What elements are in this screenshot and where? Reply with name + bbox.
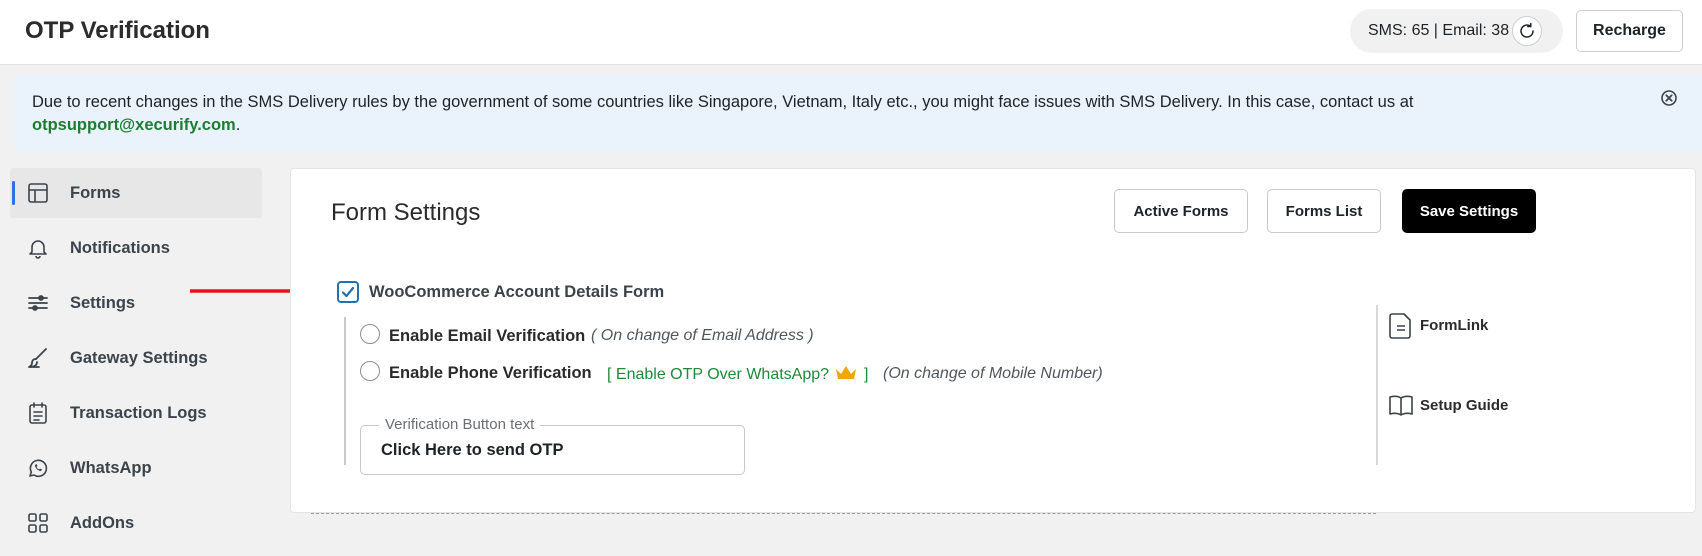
form-separator [311,513,1376,514]
formlink-label: FormLink [1420,316,1489,334]
sidebar-item-label: Gateway Settings [70,349,208,367]
whatsapp-link-close: ] [863,366,869,383]
app-title: OTP Verification [25,17,210,44]
active-forms-button[interactable]: Active Forms [1114,189,1248,233]
book-icon [1389,395,1413,416]
sidebar-item-notifications[interactable]: Notifications [10,223,262,273]
sidebar-item-label: Settings [70,294,136,312]
sidebar-item-label: Forms [70,184,121,202]
verification-button-text-input[interactable]: Click Here to send OTP [381,441,563,460]
sidebar-item-forms[interactable]: Forms [10,168,262,218]
whatsapp-icon [29,459,48,478]
setup-guide-label: Setup Guide [1420,396,1509,414]
forms-list-button[interactable]: Forms List [1267,189,1381,233]
phone-verification-note: (On change of Mobile Number) [883,365,1103,382]
sidebar-item-addons[interactable]: AddOns [10,498,262,548]
verification-button-text-field[interactable]: Verification Button text Click Here to s… [360,416,745,475]
options-divider [344,317,346,465]
save-settings-button[interactable]: Save Settings [1402,189,1536,233]
recharge-button[interactable]: Recharge [1576,10,1683,52]
sidebar-item-whatsapp[interactable]: WhatsApp [10,443,262,493]
brush-icon [28,348,47,368]
phone-verification-radio[interactable] [360,361,380,381]
grid-icon [28,513,48,533]
refresh-button[interactable] [1512,16,1542,46]
sidebar-item-label: AddOns [70,514,135,532]
balance-pill: SMS: 65 | Email: 38 [1350,9,1563,53]
refresh-icon [1520,22,1534,38]
notice-period: . [235,116,241,134]
sidebar-item-transaction-logs[interactable]: Transaction Logs [10,388,262,438]
notice-text: Due to recent changes in the SMS Deliver… [32,91,1612,137]
form-name: WooCommerce Account Details Form [369,283,665,301]
close-notice-button[interactable] [1661,90,1677,106]
document-icon [1389,313,1411,339]
checkmark-icon [341,286,355,298]
whatsapp-link-text: [ Enable OTP Over WhatsApp? [607,366,830,383]
sidebar-item-label: Notifications [70,239,170,257]
setup-guide-link[interactable]: Setup Guide [1388,391,1508,419]
formlink-link[interactable]: FormLink [1388,311,1488,339]
sms-delivery-notice: Due to recent changes in the SMS Deliver… [14,75,1702,152]
email-verification-radio[interactable] [360,324,380,344]
sidebar-item-label: Transaction Logs [70,404,207,422]
email-verification-label: Enable Email Verification [389,327,586,345]
bell-icon [29,240,47,259]
sidebar-item-label: WhatsApp [70,459,152,477]
form-enabled-checkbox[interactable] [337,281,359,303]
sidebar-item-gateway-settings[interactable]: Gateway Settings [10,333,262,383]
whatsapp-otp-link[interactable]: [ Enable OTP Over WhatsApp? ] [607,365,868,384]
form-settings-panel: Form Settings Active Forms Forms List Sa… [290,168,1696,514]
log-icon [29,402,47,424]
layout-icon [28,183,48,203]
phone-verification-label: Enable Phone Verification [389,364,592,382]
crown-icon [836,366,857,379]
notice-message: Due to recent changes in the SMS Deliver… [32,93,1414,111]
balance-text: SMS: 65 | Email: 38 [1368,22,1510,39]
sliders-icon [28,295,48,311]
email-verification-note: ( On change of Email Address ) [591,327,814,344]
close-circle-icon [1661,90,1677,106]
verification-button-text-label: Verification Button text [379,416,541,433]
panel-title: Form Settings [331,199,481,226]
support-email-link[interactable]: otpsupport@xecurify.com [32,116,236,134]
links-divider [1376,305,1378,465]
top-header: OTP Verification SMS: 65 | Email: 38 Rec… [0,0,1702,65]
